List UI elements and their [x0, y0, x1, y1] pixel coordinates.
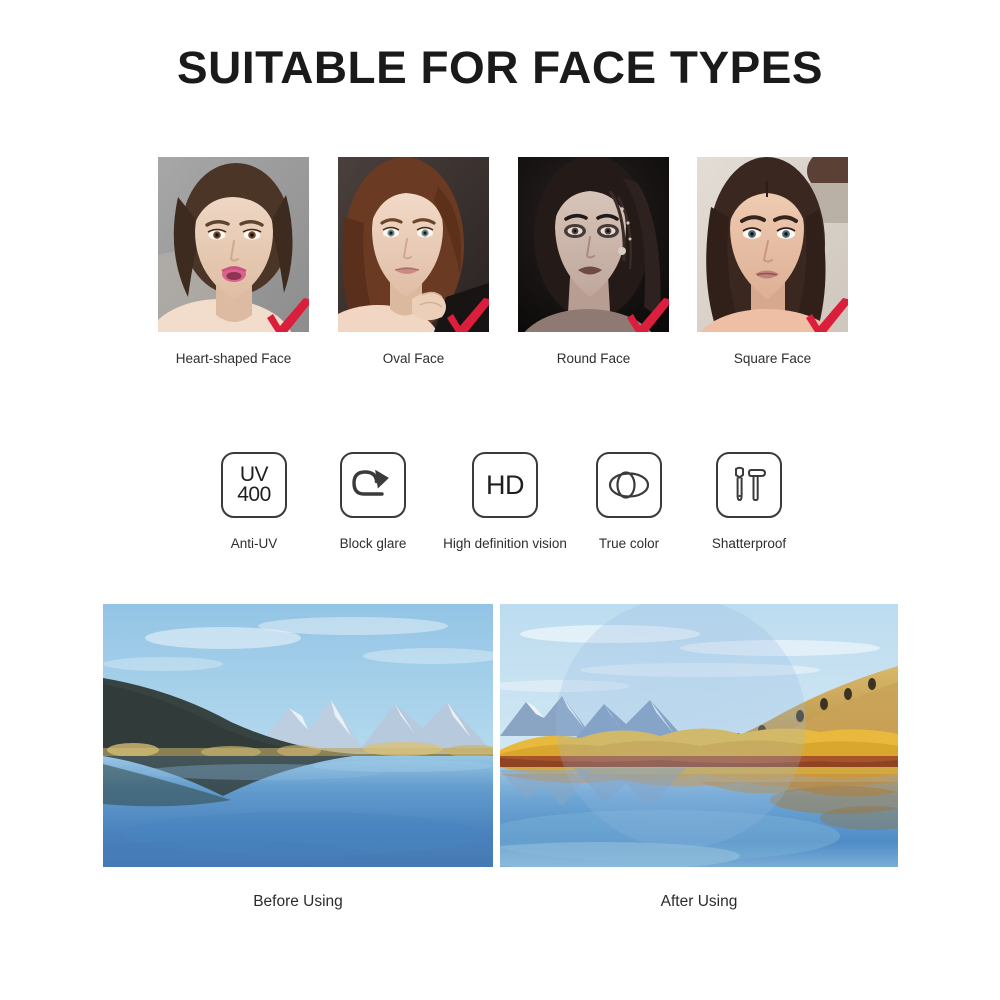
comparison-caption-before: Before Using — [253, 893, 343, 910]
feature-true-color[interactable]: True color — [577, 452, 681, 551]
feature-anti-uv[interactable]: UV 400 Anti-UV — [192, 452, 316, 551]
page-title: SUITABLE FOR FACE TYPES — [177, 42, 823, 93]
feature-label: Block glare — [339, 536, 407, 551]
face-type-label: Square Face — [733, 351, 812, 366]
face-type-card-round[interactable]: Round Face — [518, 157, 669, 366]
comparison-caption-after: After Using — [660, 893, 738, 910]
face-photo-heart-shaped — [158, 157, 309, 332]
portrait-illustration — [518, 157, 669, 332]
portrait-illustration — [158, 157, 309, 332]
overlapping-ellipses-icon — [596, 452, 662, 518]
feature-shatterproof[interactable]: Shatterproof — [690, 452, 808, 551]
feature-label: Shatterproof — [711, 536, 787, 551]
uv-icon-text-bottom: 400 — [237, 483, 271, 506]
face-type-card-square[interactable]: Square Face — [697, 157, 848, 366]
uv400-icon: UV 400 — [221, 452, 287, 518]
face-type-card-oval[interactable]: Oval Face — [338, 157, 489, 366]
feature-label: High definition vision — [443, 536, 567, 551]
comparison-panel-before — [103, 604, 493, 867]
face-type-card-heart-shaped[interactable]: Heart-shaped Face — [158, 157, 309, 366]
portrait-illustration — [697, 157, 848, 332]
comparison-panel-after — [500, 604, 898, 867]
hd-icon: HD — [472, 452, 538, 518]
face-types-row: Heart-shaped Face Oval Face Round Face S… — [158, 157, 848, 377]
landscape-before-illustration — [103, 604, 493, 867]
landscape-after-illustration — [500, 604, 898, 867]
portrait-illustration — [338, 157, 489, 332]
feature-block-glare[interactable]: Block glare — [311, 452, 435, 551]
wrench-hammer-icon — [716, 452, 782, 518]
face-photo-square — [697, 157, 848, 332]
face-type-label: Heart-shaped Face — [175, 351, 292, 366]
face-type-label: Oval Face — [382, 351, 445, 366]
comparison-section — [103, 604, 898, 867]
face-type-label: Round Face — [556, 351, 631, 366]
u-turn-arrow-icon — [340, 452, 406, 518]
feature-label: Anti-UV — [230, 536, 278, 551]
feature-high-definition[interactable]: HD High definition vision — [430, 452, 580, 551]
uv-icon-text-top: UV — [239, 463, 269, 486]
face-photo-round — [518, 157, 669, 332]
face-photo-oval — [338, 157, 489, 332]
feature-label: True color — [598, 536, 660, 551]
hd-icon-text: HD — [486, 469, 525, 500]
features-row: UV 400 Anti-UV Block glare HD High defin… — [0, 452, 1000, 567]
